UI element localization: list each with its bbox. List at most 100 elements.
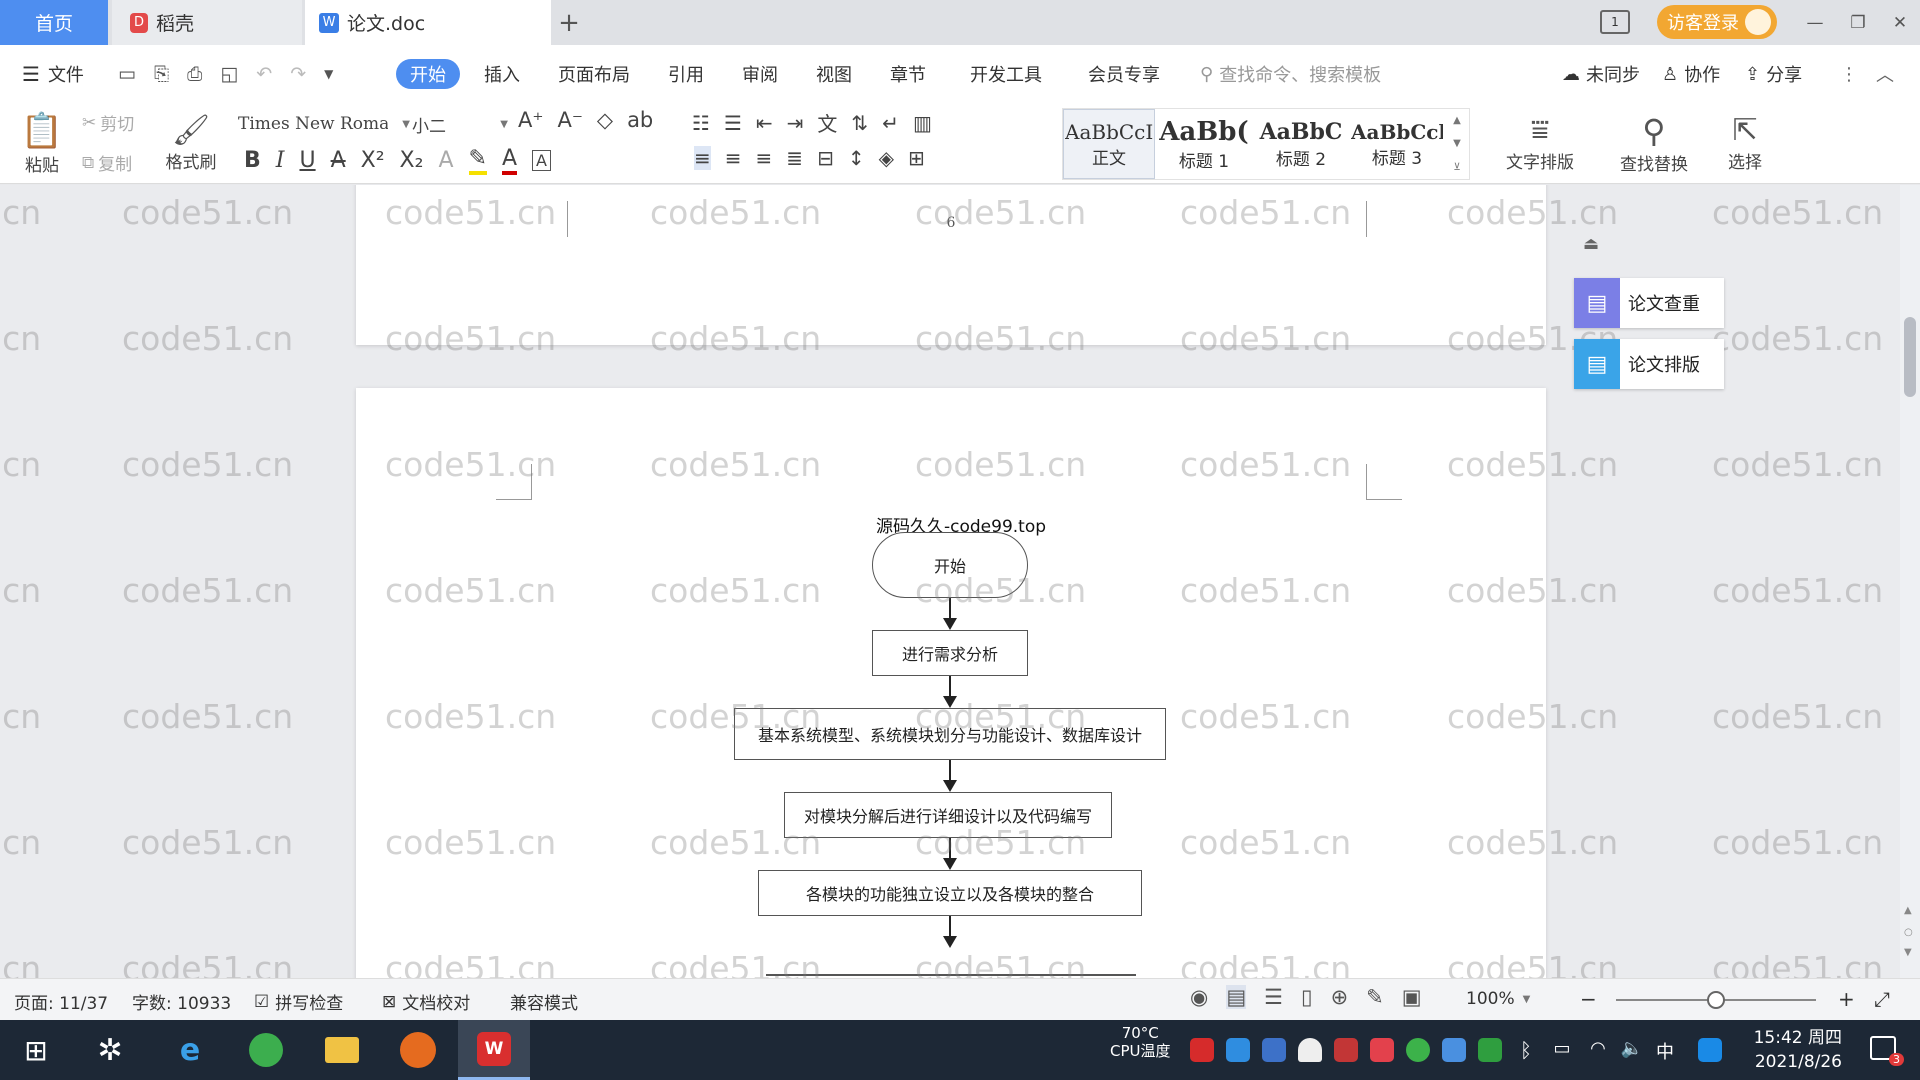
login-button[interactable]: 访客登录 <box>1657 5 1777 39</box>
tray-app-icon[interactable] <box>1334 1038 1358 1062</box>
show-marks-icon[interactable]: ↵ <box>882 111 899 135</box>
sync-status[interactable]: ☁ 未同步 <box>1562 60 1640 88</box>
write-mode-icon[interactable]: ✎ <box>1366 985 1384 1009</box>
highlight-icon[interactable]: ✎ <box>468 146 487 175</box>
line-spacing-icon[interactable]: ↕ <box>848 146 865 170</box>
style-heading2[interactable]: AaBbC 标题 2 <box>1253 109 1349 179</box>
page-view-icon[interactable]: ▤ <box>1226 985 1247 1009</box>
ie-browser-icon[interactable]: e <box>160 1020 220 1080</box>
file-menu[interactable]: ☰ 文件 <box>22 60 84 88</box>
numbered-list-icon[interactable]: ☰ <box>724 111 742 135</box>
text-layout-button[interactable]: ⩸ 文字排版 <box>1490 106 1590 180</box>
page-current[interactable]: 源码久久-code99.top 开始 进行需求分析 基本系统模型、系统模块划分与… <box>356 388 1546 978</box>
copy-button[interactable]: ⧉ 复制 <box>82 150 132 176</box>
tab-chapter[interactable]: 章节 <box>890 60 926 88</box>
tray-app-icon[interactable] <box>1406 1038 1430 1062</box>
tray-app-icon[interactable] <box>1226 1038 1250 1062</box>
cpu-temp-widget[interactable]: 70°C CPU温度 <box>1110 1024 1171 1060</box>
align-right-icon[interactable]: ≡ <box>756 146 773 170</box>
style-heading3[interactable]: AaBbCcl 标题 3 <box>1349 109 1445 179</box>
vertical-scrollbar[interactable]: ▲ ○ ▼ <box>1900 185 1920 978</box>
doc-proof-button[interactable]: ⊠ 文档校对 <box>382 989 470 1015</box>
word-count[interactable]: 字数: 10933 <box>132 989 231 1014</box>
tab-document[interactable]: W 论文.doc <box>305 0 551 45</box>
grow-font-icon[interactable]: A⁺ <box>518 108 543 132</box>
outline-view-icon[interactable]: ☰ <box>1264 985 1283 1009</box>
align-left-icon[interactable]: ≡ <box>694 146 711 170</box>
fullscreen-icon[interactable]: ⤢ <box>1874 987 1890 1011</box>
zoom-slider-handle[interactable] <box>1707 991 1725 1009</box>
bold-icon[interactable]: B <box>244 148 261 173</box>
output-icon[interactable]: ⎘ <box>154 63 169 85</box>
tab-view[interactable]: 视图 <box>816 60 852 88</box>
style-heading1[interactable]: AaBb( 标题 1 <box>1155 109 1253 179</box>
clock[interactable]: 15:42 周四 2021/8/26 <box>1746 1026 1842 1074</box>
redo-icon[interactable]: ↷ <box>290 63 306 85</box>
green-browser-icon[interactable] <box>236 1020 296 1080</box>
monkey-app-icon[interactable] <box>388 1020 448 1080</box>
tray-app-icon[interactable] <box>1442 1038 1466 1062</box>
spell-check-button[interactable]: ☑ 拼写检查 <box>254 989 343 1015</box>
style-normal[interactable]: AaBbCcI 正文 <box>1063 109 1155 179</box>
tab-page-layout[interactable]: 页面布局 <box>558 60 630 88</box>
align-center-icon[interactable]: ≡ <box>725 146 742 170</box>
subscript-icon[interactable]: X₂ <box>400 148 424 173</box>
zoom-slider[interactable] <box>1616 991 1816 1009</box>
more-icon[interactable]: ⋮ <box>1840 60 1858 88</box>
tab-start[interactable]: 开始 <box>396 59 460 89</box>
zoom-select[interactable]: 100% ▼ <box>1466 989 1530 1009</box>
bluetooth-icon[interactable]: ᛒ <box>1514 1038 1538 1062</box>
page-indicator[interactable]: 页面: 11/37 <box>14 989 108 1014</box>
minimize-button[interactable]: — <box>1800 8 1830 38</box>
distribute-icon[interactable]: ⊟ <box>817 146 834 170</box>
fit-page-icon[interactable]: ▣ <box>1402 985 1422 1009</box>
phonetic-icon[interactable]: ab <box>627 108 653 132</box>
scrollbar-thumb[interactable] <box>1904 317 1916 397</box>
tab-ruler-icon[interactable]: ▥ <box>913 111 932 135</box>
save-icon[interactable]: ▭ <box>118 63 136 85</box>
print-preview-icon[interactable]: ◱ <box>220 63 238 85</box>
borders-icon[interactable]: ⊞ <box>908 146 925 170</box>
start-button[interactable]: ⊞ <box>6 1020 66 1080</box>
decrease-indent-icon[interactable]: ⇤ <box>756 111 773 135</box>
wifi-icon[interactable]: ◠ <box>1586 1038 1610 1062</box>
cut-button[interactable]: ✂ 剪切 <box>82 110 134 136</box>
collapse-panel-icon[interactable]: ⏏ <box>1576 229 1606 259</box>
undo-icon[interactable]: ↶ <box>256 63 272 85</box>
next-page-icon[interactable]: ▼ <box>1904 947 1912 958</box>
new-tab-button[interactable]: + <box>552 0 586 45</box>
superscript-icon[interactable]: X² <box>361 148 385 173</box>
nvidia-icon[interactable] <box>1478 1038 1502 1062</box>
zoom-in-button[interactable]: + <box>1838 987 1855 1011</box>
shrink-font-icon[interactable]: A⁻ <box>557 108 582 132</box>
file-explorer-icon[interactable] <box>312 1020 372 1080</box>
wps-taskbar-button[interactable]: W <box>458 1020 530 1080</box>
shading-icon[interactable]: ◈ <box>879 146 894 170</box>
collapse-ribbon-icon[interactable]: ︿ <box>1876 60 1894 88</box>
bullet-list-icon[interactable]: ☷ <box>692 111 710 135</box>
tab-daoke[interactable]: D 稻壳 <box>112 0 302 45</box>
close-button[interactable]: ✕ <box>1885 8 1915 38</box>
shield-icon[interactable] <box>1262 1038 1286 1062</box>
style-gallery-scroll[interactable]: ▲ ▼ ⊻ <box>1445 109 1469 179</box>
tab-review[interactable]: 审阅 <box>742 60 778 88</box>
char-border-icon[interactable]: A <box>532 150 551 171</box>
web-view-icon[interactable]: ⊕ <box>1331 985 1349 1009</box>
underline-icon[interactable]: U <box>299 148 315 173</box>
app-fan-icon[interactable]: ✲ <box>80 1020 140 1080</box>
text-effect-icon[interactable]: A <box>438 148 453 173</box>
print-icon[interactable]: ⎙ <box>187 63 202 85</box>
font-size-select[interactable]: 小二 ▼ <box>412 110 508 138</box>
tab-home[interactable]: 首页 <box>0 0 108 45</box>
italic-icon[interactable]: I <box>276 148 285 173</box>
strikethrough-icon[interactable]: A <box>331 148 346 173</box>
format-painter-button[interactable]: 🖌 格式刷 <box>160 106 222 180</box>
clear-format-icon[interactable]: ◇ <box>597 108 613 132</box>
paper-layout-button[interactable]: ▤ 论文排版 <box>1574 339 1724 389</box>
command-search[interactable]: ⚲ 查找命令、搜索模板 <box>1200 60 1381 88</box>
paper-check-button[interactable]: ▤ 论文查重 <box>1574 278 1724 328</box>
bell-icon[interactable] <box>1298 1038 1322 1062</box>
notification-center-icon[interactable]: 3 <box>1870 1036 1904 1066</box>
font-name-select[interactable]: Times New Roman ▼ <box>238 110 410 138</box>
eye-protect-icon[interactable]: ◉ <box>1190 985 1208 1009</box>
